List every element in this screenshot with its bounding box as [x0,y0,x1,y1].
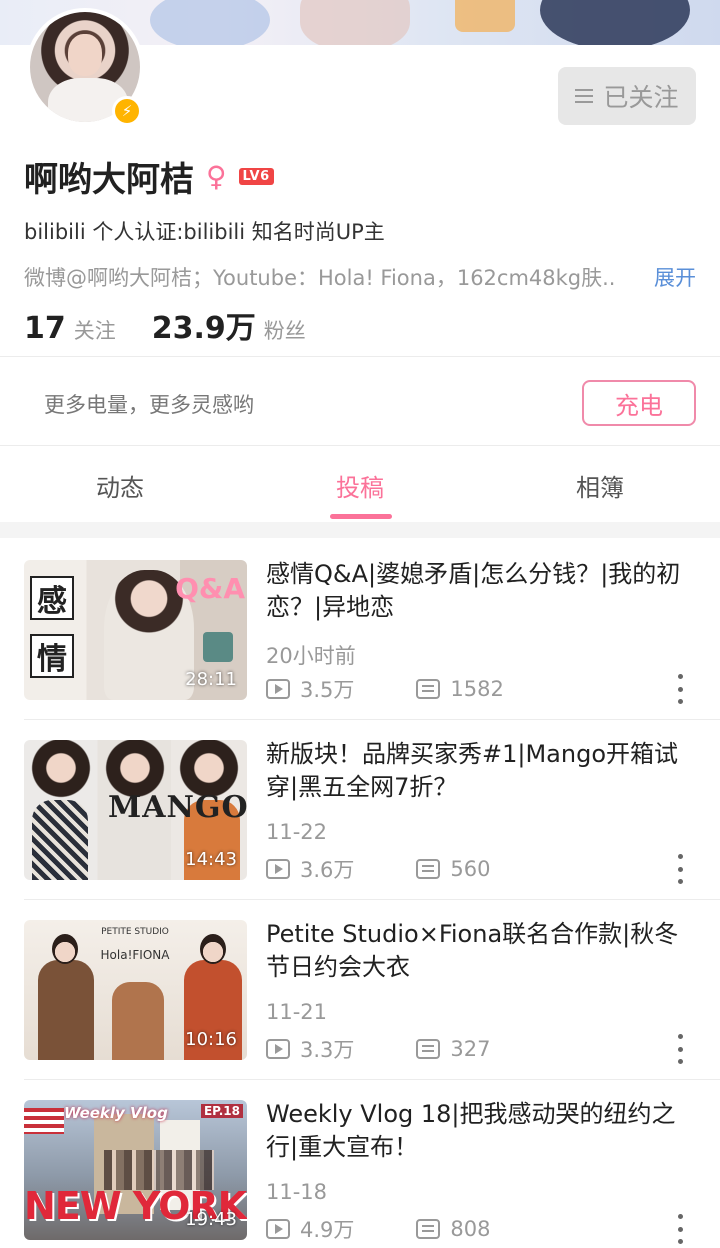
play-count-icon [266,679,290,699]
danmaku-count: 560 [450,857,491,881]
expand-link[interactable]: 展开 [654,262,696,292]
video-thumbnail[interactable]: 感 情 Q&A 28:11 [24,560,247,700]
fans-label[interactable]: 粉丝 [264,315,306,345]
more-icon[interactable] [674,1034,686,1064]
video-duration: 14:43 [185,849,237,870]
view-count: 3.3万 [300,1038,355,1062]
follow-button-label: 已关注 [603,83,679,112]
video-title[interactable]: 感情Q&A|婆媳矛盾|怎么分钱？|我的初恋？|异地恋 [266,558,698,624]
play-count-icon [266,1219,290,1239]
play-count-icon [266,859,290,879]
menu-icon [575,89,594,103]
name-row: 啊哟大阿桔 ♀ LV6 [24,152,274,201]
following-label[interactable]: 关注 [74,315,116,345]
divider [0,356,720,357]
stats-row: 17 关注 23.9万 粉丝 [24,303,306,347]
thumb-text: 感 [30,576,74,620]
sign-text: 微博@啊哟大阿桔；Youtube：Hola! Fiona，162cm48kg肤.… [24,266,616,290]
thumb-text: Weekly Vlog [64,1104,168,1122]
sign-row: 微博@啊哟大阿桔；Youtube：Hola! Fiona，162cm48kg肤.… [24,262,704,292]
thumb-text: PETITE STUDIO [101,927,169,937]
video-meta: 4.9万 808 [266,1214,491,1244]
fans-count[interactable]: 23.9万 [152,303,256,347]
thumb-text: EP.18 [200,1104,243,1118]
danmaku-icon [416,679,441,699]
thumb-text: Hola!FIONA [100,948,170,962]
view-count: 3.5万 [300,678,355,702]
charge-button[interactable]: 充电 [582,380,696,426]
video-item[interactable]: MANGO 14:43 新版块！品牌买家秀#1|Mango开箱试穿|黑五全网7折… [0,720,720,900]
more-icon[interactable] [674,854,686,884]
tab-dynamics[interactable]: 动态 [60,468,180,503]
video-duration: 28:11 [185,669,237,690]
video-item[interactable]: 感 情 Q&A 28:11 感情Q&A|婆媳矛盾|怎么分钱？|我的初恋？|异地恋… [0,540,720,720]
video-date: 11-21 [266,1000,328,1024]
video-thumbnail[interactable]: MANGO 14:43 [24,740,247,880]
female-icon: ♀ [206,160,227,193]
video-title[interactable]: Weekly Vlog 18|把我感动哭的纽约之行|重大宣布！ [266,1098,698,1164]
view-count: 3.6万 [300,858,355,882]
video-title[interactable]: 新版块！品牌买家秀#1|Mango开箱试穿|黑五全网7折？ [266,738,698,804]
verified-icon: ⚡ [112,96,142,126]
view-count: 4.9万 [300,1218,355,1242]
danmaku-icon [416,1039,441,1059]
thumb-text: Q&A [175,572,245,605]
active-tab-indicator [330,514,392,519]
certification-text: bilibili 个人认证:bilibili 知名时尚UP主 [24,220,385,244]
video-meta: 3.6万 560 [266,854,491,884]
video-thumbnail[interactable]: PETITE STUDIO Hola!FIONA 10:16 [24,920,247,1060]
more-icon[interactable] [674,674,686,704]
video-date: 20小时前 [266,644,356,668]
thumb-text: 情 [30,634,74,678]
video-item[interactable]: Weekly Vlog EP.18 NEW YORK 19:43 Weekly … [0,1080,720,1248]
video-duration: 19:43 [185,1209,237,1230]
video-duration: 10:16 [185,1029,237,1050]
video-date: 11-18 [266,1180,328,1204]
thumb-text: MANGO [108,790,247,825]
level-badge: LV6 [238,168,274,185]
danmaku-icon [416,859,441,879]
more-icon[interactable] [674,1214,686,1244]
video-date: 11-22 [266,820,328,844]
video-meta: 3.5万 1582 [266,674,504,704]
danmaku-icon [416,1219,441,1239]
charge-tip: 更多电量，更多灵感哟 [44,393,254,417]
section-gap [0,522,720,538]
tab-bar: 动态 投稿 相簿 [0,446,720,524]
danmaku-count: 1582 [450,677,504,701]
danmaku-count: 327 [450,1037,491,1061]
user-name: 啊哟大阿桔 [24,160,194,200]
video-title[interactable]: Petite Studio×Fiona联名合作款|秋冬节日约会大衣 [266,918,698,984]
video-meta: 3.3万 327 [266,1034,491,1064]
follow-button[interactable]: 已关注 [558,67,696,125]
video-item[interactable]: PETITE STUDIO Hola!FIONA 10:16 Petite St… [0,900,720,1080]
video-thumbnail[interactable]: Weekly Vlog EP.18 NEW YORK 19:43 [24,1100,247,1240]
following-count[interactable]: 17 [24,311,66,346]
tab-albums[interactable]: 相簿 [540,468,660,503]
danmaku-count: 808 [450,1217,491,1241]
play-count-icon [266,1039,290,1059]
tab-uploads[interactable]: 投稿 [300,468,420,503]
